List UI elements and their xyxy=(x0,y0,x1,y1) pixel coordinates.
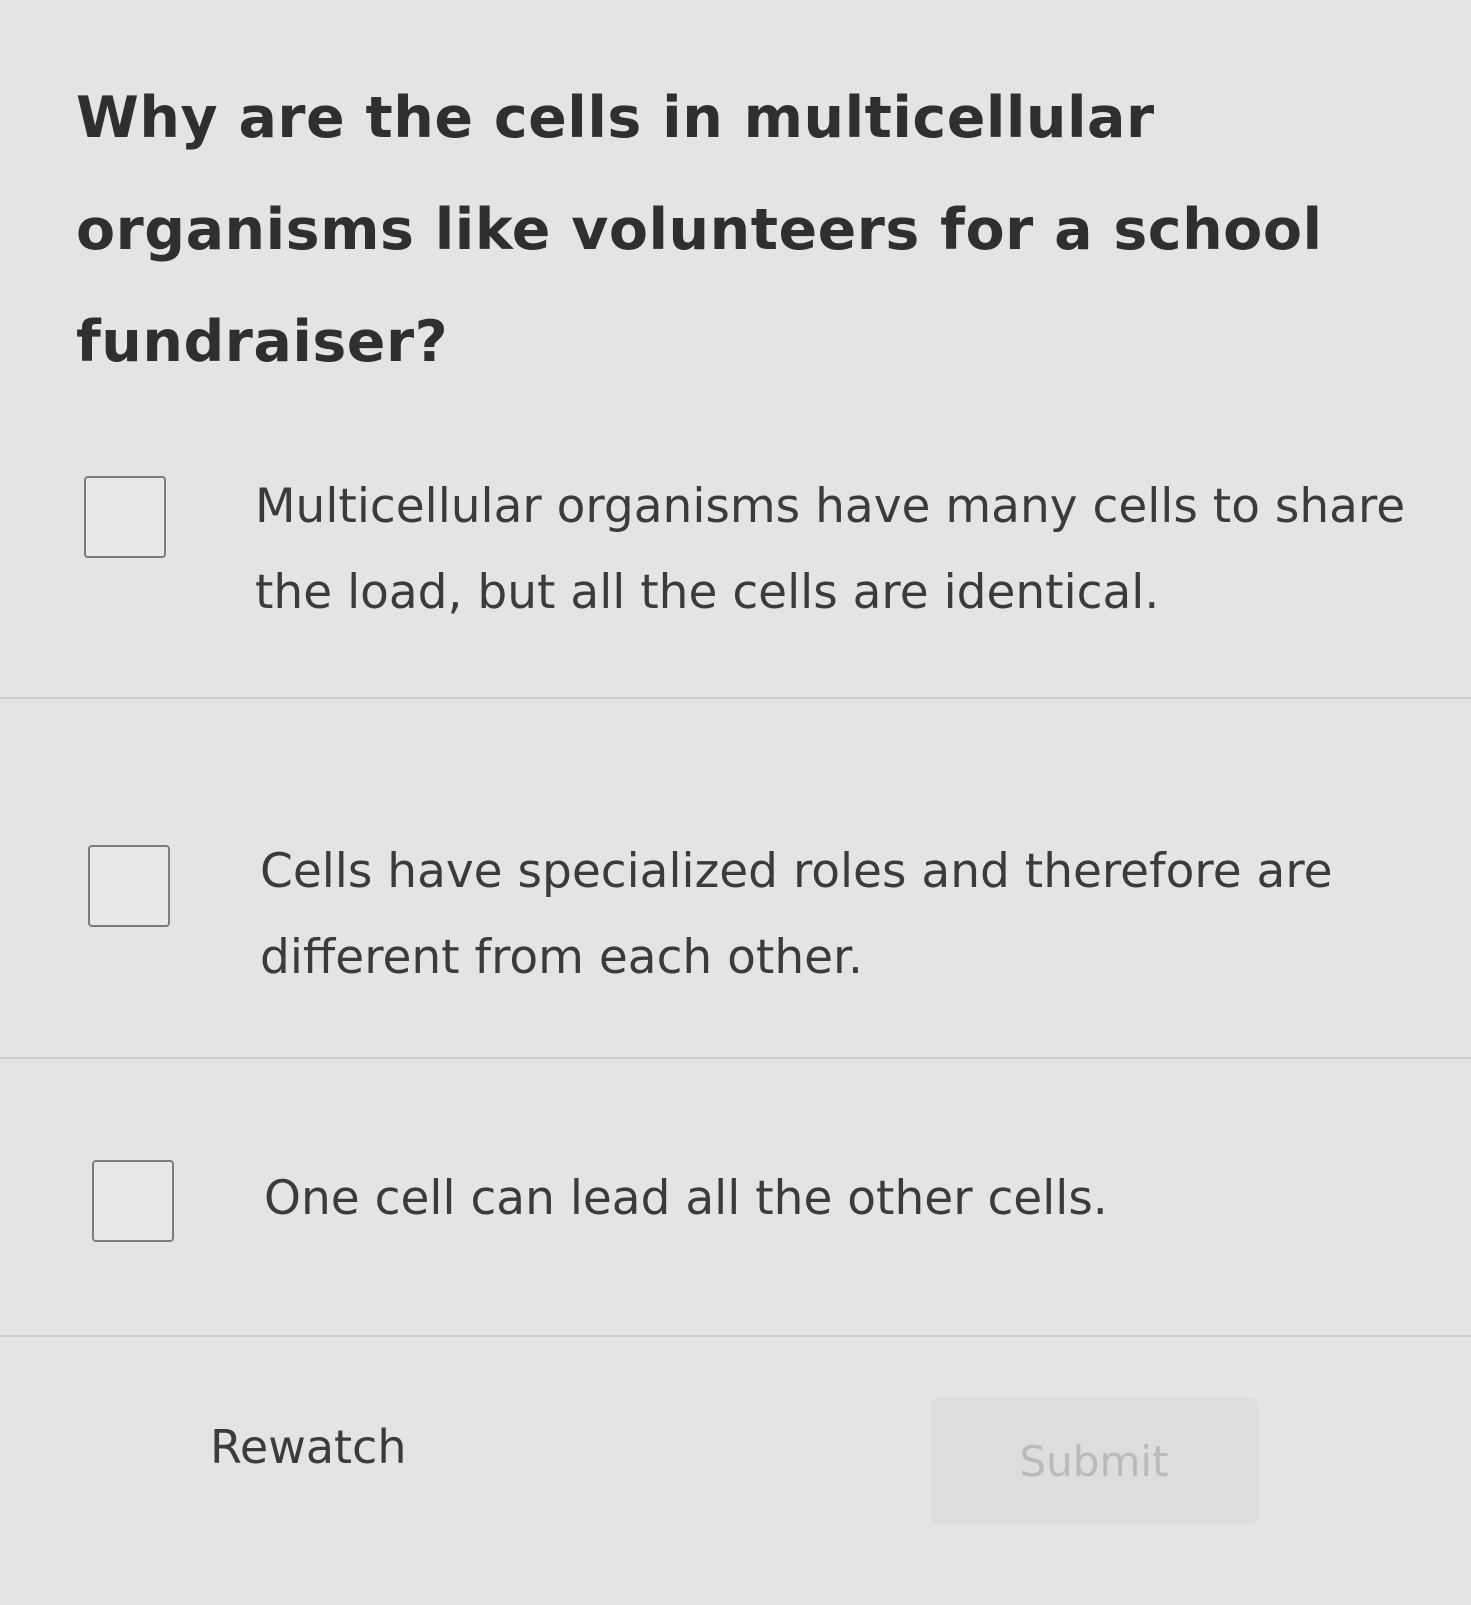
answer-option-2[interactable]: Cells have specialized roles and therefo… xyxy=(0,805,1471,1025)
submit-button[interactable]: Submit xyxy=(930,1398,1258,1524)
answer-checkbox-3[interactable] xyxy=(92,1160,174,1242)
question-text: Why are the cells in multicellular organ… xyxy=(76,85,1323,375)
rewatch-button[interactable]: Rewatch xyxy=(210,1420,407,1474)
answer-label-1: Multicellular organisms have many cells … xyxy=(255,479,1406,620)
answer-checkbox-2[interactable] xyxy=(88,845,170,927)
answer-label-2: Cells have specialized roles and therefo… xyxy=(260,844,1333,985)
answer-option-3[interactable]: One cell can lead all the other cells. xyxy=(0,1150,1471,1300)
option-divider xyxy=(0,697,1471,699)
answer-label-3: One cell can lead all the other cells. xyxy=(264,1171,1108,1226)
option-divider xyxy=(0,1057,1471,1059)
answer-checkbox-1[interactable] xyxy=(84,476,166,558)
option-divider xyxy=(0,1335,1471,1337)
answer-option-1[interactable]: Multicellular organisms have many cells … xyxy=(0,440,1471,660)
